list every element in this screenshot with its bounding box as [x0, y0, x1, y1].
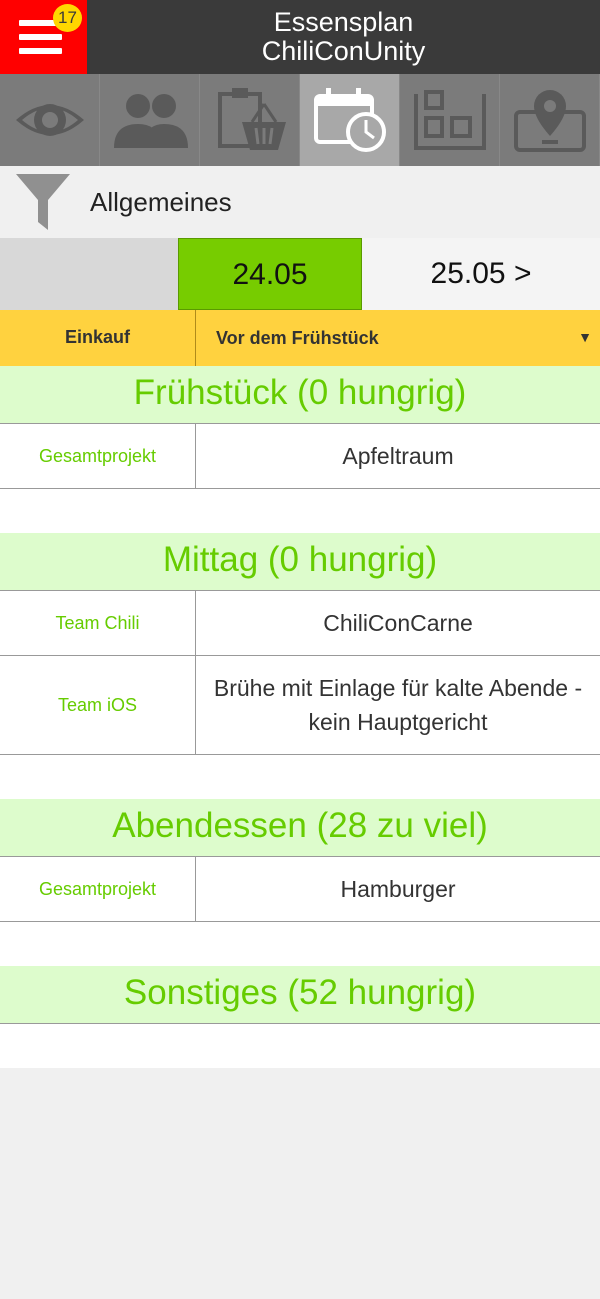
tab-participants[interactable]	[100, 74, 200, 166]
selector-value[interactable]: Vor dem Frühstück	[216, 310, 379, 366]
tab-bar	[0, 74, 600, 166]
meal-dish: Brühe mit Einlage für kalte Abende - kei…	[213, 675, 583, 735]
meal-team: Gesamtprojekt	[0, 424, 196, 488]
meal-team: Gesamtprojekt	[0, 857, 196, 921]
date-next-button[interactable]: 25.05 >	[362, 238, 600, 310]
meal-selector[interactable]: Einkauf Vor dem Frühstück ▼	[0, 310, 600, 366]
date-current[interactable]: 24.05	[178, 238, 362, 310]
tab-location[interactable]	[500, 74, 600, 166]
layout-grid-icon	[414, 90, 486, 150]
meal-dish: Hamburger	[340, 876, 456, 902]
meal-dish: ChiliConCarne	[323, 610, 473, 636]
calendar-clock-icon	[314, 88, 386, 152]
section-gap	[0, 1024, 600, 1068]
date-previous[interactable]	[0, 238, 178, 310]
app-title-line2: ChiliConUnity	[261, 36, 426, 66]
eye-icon	[16, 104, 84, 136]
tab-shopping[interactable]	[200, 74, 300, 166]
map-pin-icon	[514, 90, 586, 152]
tab-schedule[interactable]	[300, 74, 400, 166]
section-gap	[0, 755, 600, 799]
meal-plan: Frühstück (0 hungrig) Gesamtprojekt Apfe…	[0, 366, 600, 1068]
app-title: Essensplan ChiliConUnity	[87, 8, 600, 66]
filter-label: Allgemeines	[90, 187, 232, 217]
dropdown-arrow-icon[interactable]: ▼	[578, 310, 592, 364]
section-header-other: Sonstiges (52 hungrig)	[0, 966, 600, 1024]
tab-layout[interactable]	[400, 74, 500, 166]
date-navigation: 24.05 25.05 >	[0, 238, 600, 310]
meal-dish: Apfeltraum	[342, 443, 454, 469]
menu-button[interactable]: 17	[0, 0, 87, 74]
funnel-icon	[16, 174, 70, 230]
section-gap	[0, 922, 600, 966]
app-title-line1: Essensplan	[273, 7, 414, 37]
selector-label: Einkauf	[0, 310, 196, 366]
table-row[interactable]: Gesamtprojekt Apfeltraum	[0, 424, 600, 489]
table-row[interactable]: Team iOS Brühe mit Einlage für kalte Abe…	[0, 656, 600, 755]
section-gap	[0, 489, 600, 533]
meal-team: Team iOS	[0, 656, 196, 754]
notification-badge: 17	[53, 4, 82, 32]
tab-overview[interactable]	[0, 74, 100, 166]
shopping-basket-icon	[218, 88, 286, 150]
table-row[interactable]: Gesamtprojekt Hamburger	[0, 857, 600, 922]
section-header-lunch: Mittag (0 hungrig)	[0, 533, 600, 591]
app-header: 17 Essensplan ChiliConUnity	[0, 0, 600, 74]
filter-bar[interactable]: Allgemeines	[0, 166, 600, 238]
meal-team: Team Chili	[0, 591, 196, 655]
section-header-dinner: Abendessen (28 zu viel)	[0, 799, 600, 857]
people-icon	[114, 94, 188, 148]
table-row[interactable]: Team Chili ChiliConCarne	[0, 591, 600, 656]
section-header-breakfast: Frühstück (0 hungrig)	[0, 366, 600, 424]
